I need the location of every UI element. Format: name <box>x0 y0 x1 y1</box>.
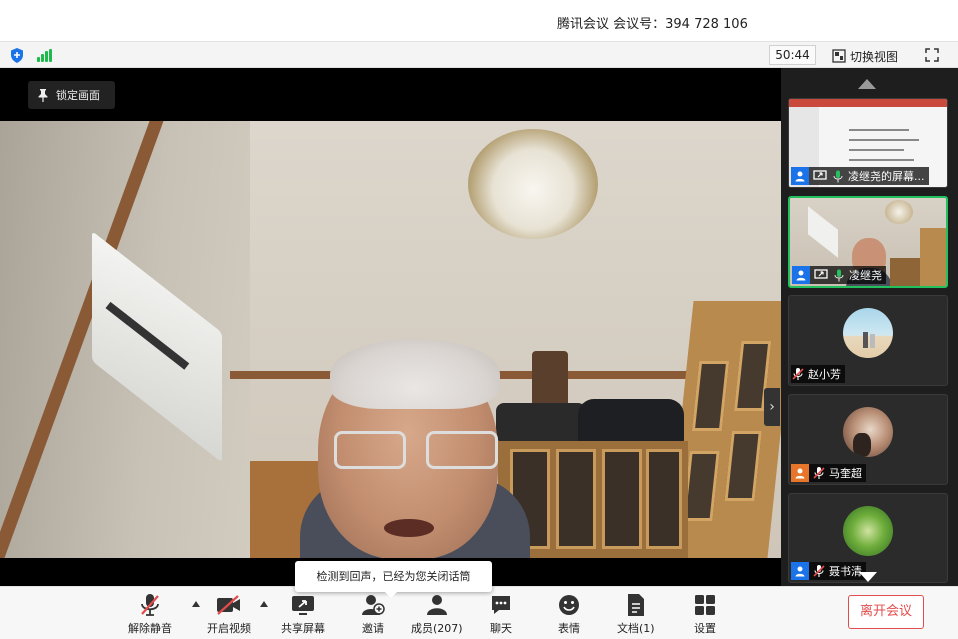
meeting-timer: 50:44 <box>769 45 816 65</box>
settings-button[interactable]: 设置 <box>692 593 718 636</box>
participant-tile[interactable]: 马奎超 <box>788 394 948 485</box>
participant-tile[interactable]: 赵小芳 <box>788 295 948 386</box>
invite-button[interactable]: 邀请 <box>360 593 386 636</box>
share-screen-icon <box>292 596 314 615</box>
members-icon <box>426 595 447 615</box>
scroll-down-arrow-icon[interactable] <box>859 572 877 582</box>
mic-muted-icon <box>791 367 805 381</box>
participant-nameplate: 马奎超 <box>791 464 866 482</box>
meeting-toolbar: 解除静音 开启视频 共享屏幕 邀请 成员(207) 聊天 表情 文档(1) 设置… <box>0 586 958 639</box>
info-bar: 50:44 切换视图 <box>0 42 958 68</box>
screen-share-icon <box>813 268 829 282</box>
audio-options-caret-icon[interactable] <box>192 601 200 607</box>
chat-button[interactable]: 聊天 <box>488 593 514 636</box>
participant-name: 马奎超 <box>829 467 862 480</box>
participant-name: 赵小芳 <box>808 368 841 381</box>
camera-off-icon <box>217 595 240 615</box>
ceiling-lamp <box>468 129 598 239</box>
echo-notice-tooltip: 检测到回声，已经为您关闭话筒 <box>295 561 492 598</box>
scroll-up-arrow-icon[interactable] <box>858 79 876 89</box>
smiley-icon <box>559 595 579 615</box>
participant-name: 聂书清 <box>829 565 862 578</box>
share-screen-button[interactable]: 共享屏幕 <box>281 593 325 636</box>
switch-view-button[interactable]: 切换视图 <box>832 47 898 65</box>
start-video-button[interactable]: 开启视频 <box>207 593 251 636</box>
user-icon <box>791 464 809 482</box>
participant-tile[interactable]: 聂书清 <box>788 493 948 583</box>
user-icon <box>791 562 809 580</box>
start-video-label: 开启视频 <box>207 622 251 635</box>
leave-meeting-button[interactable]: 离开会议 <box>848 595 924 629</box>
participant-name: 凌继尧的屏幕... <box>848 170 925 183</box>
user-icon <box>791 167 809 185</box>
mic-on-icon <box>832 268 846 282</box>
settings-grid-icon <box>695 595 715 615</box>
participant-nameplate: 凌继尧 <box>792 266 886 284</box>
mic-muted-icon <box>141 594 159 616</box>
members-label: 成员(207) <box>411 622 463 635</box>
chat-icon <box>492 596 510 614</box>
unmute-label: 解除静音 <box>128 622 172 635</box>
participant-nameplate: 聂书清 <box>791 562 866 580</box>
reactions-button[interactable]: 表情 <box>556 593 582 636</box>
switch-view-icon <box>832 49 846 63</box>
unmute-button[interactable]: 解除静音 <box>128 593 172 636</box>
add-user-icon <box>362 595 385 615</box>
speaker-video[interactable] <box>0 121 781 558</box>
title-bar: 腾讯会议 会议号：394 728 106 <box>0 0 958 42</box>
settings-label: 设置 <box>694 622 716 635</box>
user-icon <box>792 266 810 284</box>
screen-share-icon <box>812 169 828 183</box>
security-shield-icon[interactable] <box>10 48 24 63</box>
members-button[interactable]: 成员(207) <box>411 593 463 636</box>
avatar <box>843 308 893 358</box>
lock-view-label: 锁定画面 <box>56 89 100 102</box>
participant-nameplate: 凌继尧的屏幕... <box>791 167 929 185</box>
participant-name: 凌继尧 <box>849 269 882 282</box>
share-screen-label: 共享屏幕 <box>281 622 325 635</box>
chat-label: 聊天 <box>490 622 512 635</box>
document-icon <box>627 594 644 616</box>
documents-label: 文档(1) <box>617 622 655 635</box>
network-signal-icon[interactable] <box>37 49 53 62</box>
participant-tile-active[interactable]: 凌继尧 <box>788 196 948 288</box>
mic-muted-icon <box>812 564 826 578</box>
participant-tile[interactable]: 凌继尧的屏幕... <box>788 98 948 188</box>
mic-on-icon <box>831 169 845 183</box>
avatar <box>843 506 893 556</box>
video-options-caret-icon[interactable] <box>260 601 268 607</box>
collapse-sidebar-button[interactable]: › <box>764 388 780 426</box>
avatar <box>843 407 893 457</box>
reactions-label: 表情 <box>558 622 580 635</box>
pin-icon <box>38 88 48 102</box>
switch-view-label: 切换视图 <box>850 49 899 64</box>
participant-nameplate: 赵小芳 <box>791 365 845 383</box>
meeting-title: 腾讯会议 会议号：394 728 106 <box>557 17 748 32</box>
fullscreen-icon[interactable] <box>925 48 939 62</box>
main-video-area: 锁定画面 › <box>0 68 781 586</box>
mic-muted-icon <box>812 466 826 480</box>
meeting-window: 腾讯会议 会议号：394 728 106 50:44 切换视图 锁定画面 › 凌… <box>0 0 958 639</box>
invite-label: 邀请 <box>362 622 384 635</box>
lock-view-button[interactable]: 锁定画面 <box>28 81 115 109</box>
documents-button[interactable]: 文档(1) <box>617 593 655 636</box>
